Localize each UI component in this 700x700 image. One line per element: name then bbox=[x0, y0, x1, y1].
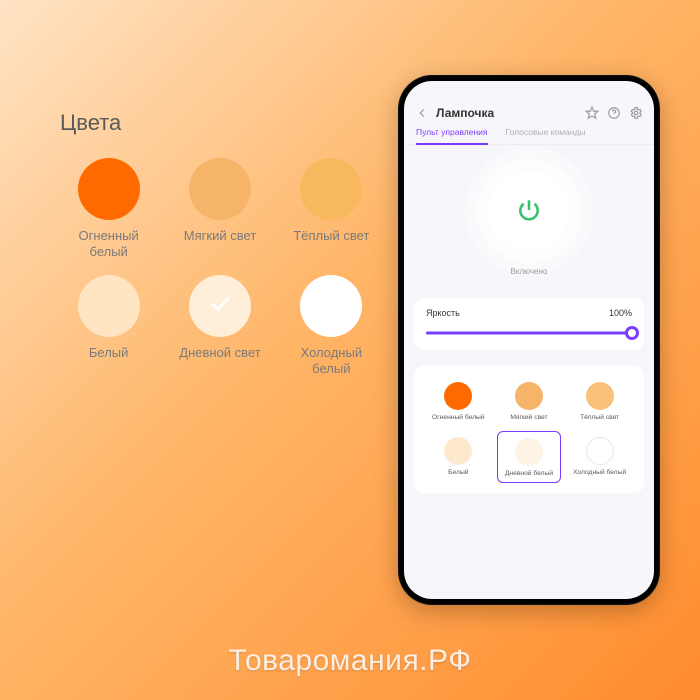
watermark-text: Товаромания.РФ bbox=[0, 644, 700, 678]
swatch-circle bbox=[189, 158, 251, 220]
tab-bar: Пульт управления Голосовые команды bbox=[404, 127, 654, 145]
power-hero: Включено bbox=[404, 145, 654, 290]
swatch-circle bbox=[300, 275, 362, 337]
color-card: Огненный белый Мягкий свет Тёплый свет Белы… bbox=[414, 366, 644, 493]
brightness-card: Яркость 100% bbox=[414, 298, 644, 350]
phone-statusbar bbox=[404, 81, 654, 101]
color-swatch bbox=[586, 382, 614, 410]
color-palette-panel: Цвета Огненный белый Мягкий свет Тёплый св… bbox=[60, 110, 380, 377]
back-icon[interactable] bbox=[414, 105, 430, 121]
color-label: Дневной белый bbox=[505, 470, 553, 477]
color-swatch bbox=[515, 438, 543, 466]
swatch-label: Дневной свет bbox=[179, 345, 260, 361]
color-label: Холодный белый bbox=[573, 469, 626, 476]
palette-swatch: Белый bbox=[60, 275, 157, 378]
help-icon[interactable] bbox=[606, 105, 622, 121]
palette-swatch: Огненный белый bbox=[60, 158, 157, 261]
swatch-label: Огненный белый bbox=[79, 228, 139, 261]
phone-frame: Лампочка Пульт управления Голосовые коман… bbox=[398, 75, 660, 605]
check-icon bbox=[207, 290, 233, 321]
palette-swatch: Дневной свет bbox=[171, 275, 268, 378]
power-icon bbox=[516, 197, 542, 226]
palette-swatch: Холодный белый bbox=[283, 275, 380, 378]
slider-thumb[interactable] bbox=[625, 326, 639, 340]
swatch-circle bbox=[78, 158, 140, 220]
swatch-label: Мягкий свет bbox=[184, 228, 256, 244]
color-option[interactable]: Дневной белый bbox=[497, 431, 562, 482]
swatch-label: Холодный белый bbox=[301, 345, 363, 378]
phone-mockup: Лампочка Пульт управления Голосовые коман… bbox=[398, 75, 660, 605]
color-label: Мягкий свет bbox=[510, 414, 547, 421]
palette-grid: Огненный белый Мягкий свет Тёплый свет Белы… bbox=[60, 158, 380, 377]
color-option[interactable]: Мягкий свет bbox=[497, 376, 562, 425]
color-grid: Огненный белый Мягкий свет Тёплый свет Белы… bbox=[426, 376, 632, 483]
brightness-label: Яркость bbox=[426, 308, 460, 318]
color-option[interactable]: Белый bbox=[426, 431, 491, 482]
page-title: Лампочка bbox=[436, 106, 578, 120]
appbar: Лампочка bbox=[404, 101, 654, 127]
power-button[interactable] bbox=[489, 171, 569, 251]
color-label: Белый bbox=[448, 469, 468, 476]
slider-fill bbox=[426, 332, 632, 335]
brightness-value: 100% bbox=[609, 308, 632, 318]
swatch-circle bbox=[189, 275, 251, 337]
color-swatch bbox=[444, 437, 472, 465]
palette-title: Цвета bbox=[60, 110, 380, 136]
tab-remote[interactable]: Пульт управления bbox=[416, 127, 488, 145]
swatch-label: Тёплый свет bbox=[293, 228, 369, 244]
promo-stage: Цвета Огненный белый Мягкий свет Тёплый св… bbox=[0, 0, 700, 700]
star-icon[interactable] bbox=[584, 105, 600, 121]
phone-screen: Лампочка Пульт управления Голосовые коман… bbox=[404, 81, 654, 599]
power-state-label: Включено bbox=[511, 267, 548, 276]
color-option[interactable]: Огненный белый bbox=[426, 376, 491, 425]
palette-swatch: Мягкий свет bbox=[171, 158, 268, 261]
swatch-label: Белый bbox=[89, 345, 129, 361]
color-swatch bbox=[444, 382, 472, 410]
color-label: Огненный белый bbox=[432, 414, 485, 421]
color-label: Тёплый свет bbox=[580, 414, 619, 421]
tab-voice[interactable]: Голосовые команды bbox=[506, 127, 586, 144]
swatch-circle bbox=[78, 275, 140, 337]
swatch-circle bbox=[300, 158, 362, 220]
brightness-slider[interactable] bbox=[426, 326, 632, 340]
palette-swatch: Тёплый свет bbox=[283, 158, 380, 261]
color-swatch bbox=[515, 382, 543, 410]
color-option[interactable]: Тёплый свет bbox=[567, 376, 632, 425]
color-swatch bbox=[586, 437, 614, 465]
color-option[interactable]: Холодный белый bbox=[567, 431, 632, 482]
gear-icon[interactable] bbox=[628, 105, 644, 121]
